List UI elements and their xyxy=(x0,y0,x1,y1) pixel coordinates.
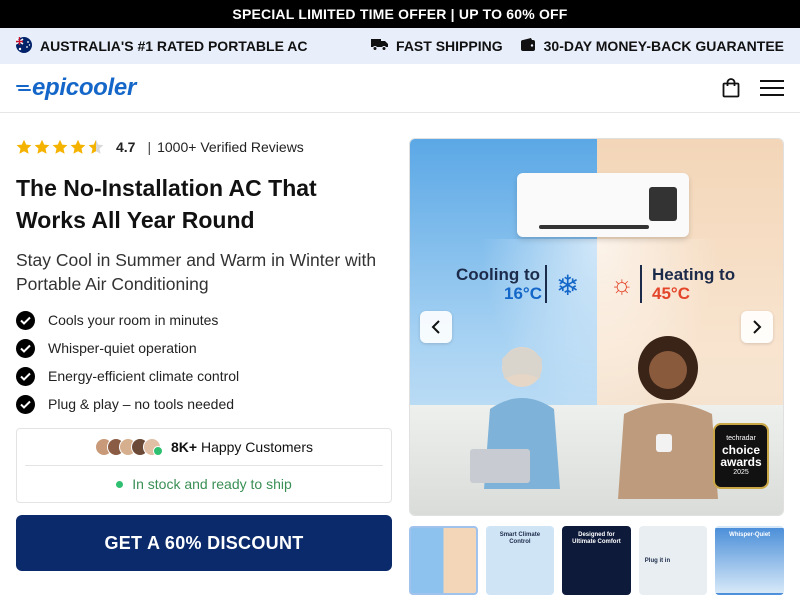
usp-shipping-text: FAST SHIPPING xyxy=(396,38,503,54)
gallery-thumbnail[interactable]: Whisper-Quiet xyxy=(715,526,784,595)
benefit-text: Energy-efficient climate control xyxy=(48,368,240,384)
woman-with-mug-image xyxy=(618,336,718,499)
woman-with-laptop-image xyxy=(470,347,560,489)
star-icon xyxy=(16,139,32,154)
gallery-thumbnail[interactable]: Designed for Ultimate Comfort xyxy=(562,526,631,595)
gallery-main-image[interactable]: Cooling to 16°C ❄ ☼ Heating to 45°C tech… xyxy=(409,138,784,516)
stock-status: In stock and ready to ship xyxy=(25,466,383,502)
social-proof-card: 8K+ Happy Customers In stock and ready t… xyxy=(16,428,392,503)
heating-text: Heating to xyxy=(652,265,736,284)
badge-title: choice awards xyxy=(720,443,762,469)
customers-row: 8K+ Happy Customers xyxy=(25,429,383,466)
half-star-icon xyxy=(88,139,104,154)
gallery-thumbnail[interactable]: Plug it in xyxy=(638,526,708,595)
chevron-right-icon xyxy=(753,320,762,334)
heating-label: Heating to 45°C xyxy=(652,265,735,303)
usp-bar: AUSTRALIA'S #1 RATED PORTABLE AC FAST SH… xyxy=(0,28,800,64)
cooling-text: Cooling to xyxy=(456,265,541,284)
sun-icon: ☼ xyxy=(610,269,634,299)
checkmark-icon xyxy=(16,310,35,330)
logo-swoosh-icon xyxy=(16,85,31,91)
benefit-text: Whisper-quiet operation xyxy=(48,340,197,356)
rating-separator: | xyxy=(147,139,152,155)
benefit-item: Cools your room in minutes xyxy=(16,306,392,334)
gallery-thumbnail[interactable] xyxy=(409,526,478,595)
heating-temp: 45°C xyxy=(652,284,690,303)
stock-text: In stock and ready to ship xyxy=(132,476,292,492)
site-header: epicooler xyxy=(0,64,800,113)
menu-icon[interactable] xyxy=(760,80,784,96)
cart-icon[interactable] xyxy=(722,78,740,98)
site-logo[interactable]: epicooler xyxy=(16,74,136,102)
page-title: The No-Installation AC That Works All Ye… xyxy=(16,175,317,233)
hero-copy: 4.7 | 1000+ Verified Reviews The No-Inst… xyxy=(16,137,392,595)
logo-text: epicooler xyxy=(32,74,136,101)
checkmark-icon xyxy=(16,366,35,386)
truck-icon xyxy=(371,38,389,54)
benefit-item: Energy-efficient climate control xyxy=(16,362,392,390)
cooling-temp: 16°C xyxy=(504,284,542,303)
benefit-item: Whisper-quiet operation xyxy=(16,334,392,362)
checkmark-icon xyxy=(16,394,35,414)
customer-count: 8K+ xyxy=(170,439,198,455)
usp-rated: AUSTRALIA'S #1 RATED PORTABLE AC xyxy=(15,36,308,56)
product-gallery: Cooling to 16°C ❄ ☼ Heating to 45°C tech… xyxy=(409,137,784,595)
star-icon xyxy=(34,139,50,154)
star-icon xyxy=(70,139,86,154)
gallery-thumbnail[interactable]: Smart Climate Control xyxy=(485,526,555,595)
page-subtitle: Stay Cool in Summer and Warm in Winter w… xyxy=(16,250,377,294)
in-stock-dot-icon xyxy=(116,480,124,488)
benefit-item: Plug & play – no tools needed xyxy=(16,390,392,418)
ac-unit-image xyxy=(517,173,689,237)
rating-value: 4.7 xyxy=(116,139,136,155)
customer-avatars xyxy=(94,438,163,456)
australia-flag-icon xyxy=(15,36,32,56)
snowflake-icon: ❄ xyxy=(556,270,580,301)
gallery-prev-button[interactable] xyxy=(420,311,452,343)
cooling-label: Cooling to 16°C xyxy=(456,265,542,303)
benefit-text: Plug & play – no tools needed xyxy=(48,396,235,412)
usp-rated-text: AUSTRALIA'S #1 RATED PORTABLE AC xyxy=(40,38,308,54)
verified-icon xyxy=(152,446,163,456)
star-icon xyxy=(52,139,68,154)
benefit-list: Cools your room in minutes Whisper-quiet… xyxy=(16,306,392,418)
checkmark-icon xyxy=(16,338,35,358)
review-count: 1000+ Verified Reviews xyxy=(157,139,304,155)
rating-row[interactable]: 4.7 | 1000+ Verified Reviews xyxy=(16,137,392,157)
benefit-text: Cools your room in minutes xyxy=(48,312,219,328)
get-discount-button[interactable]: GET A 60% DISCOUNT xyxy=(16,515,392,571)
gallery-thumbnails: Smart Climate Control Designed for Ultim… xyxy=(409,526,784,595)
customer-label: Happy Customers xyxy=(200,439,313,455)
badge-year: 2025 xyxy=(733,469,749,476)
usp-guarantee-text: 30-DAY MONEY-BACK GUARANTEE xyxy=(543,38,784,54)
promo-text: SPECIAL LIMITED TIME OFFER | UP TO 60% O… xyxy=(232,6,568,22)
gallery-next-button[interactable] xyxy=(741,311,773,343)
wallet-icon xyxy=(520,38,536,54)
star-rating xyxy=(16,139,104,155)
chevron-left-icon xyxy=(431,320,440,334)
hero-section: 4.7 | 1000+ Verified Reviews The No-Inst… xyxy=(0,113,800,595)
promo-bar: SPECIAL LIMITED TIME OFFER | UP TO 60% O… xyxy=(0,0,800,28)
usp-guarantee: 30-DAY MONEY-BACK GUARANTEE xyxy=(520,38,784,54)
usp-shipping: FAST SHIPPING xyxy=(371,38,503,54)
techradar-award-badge: techradar choice awards 2025 xyxy=(713,423,769,489)
